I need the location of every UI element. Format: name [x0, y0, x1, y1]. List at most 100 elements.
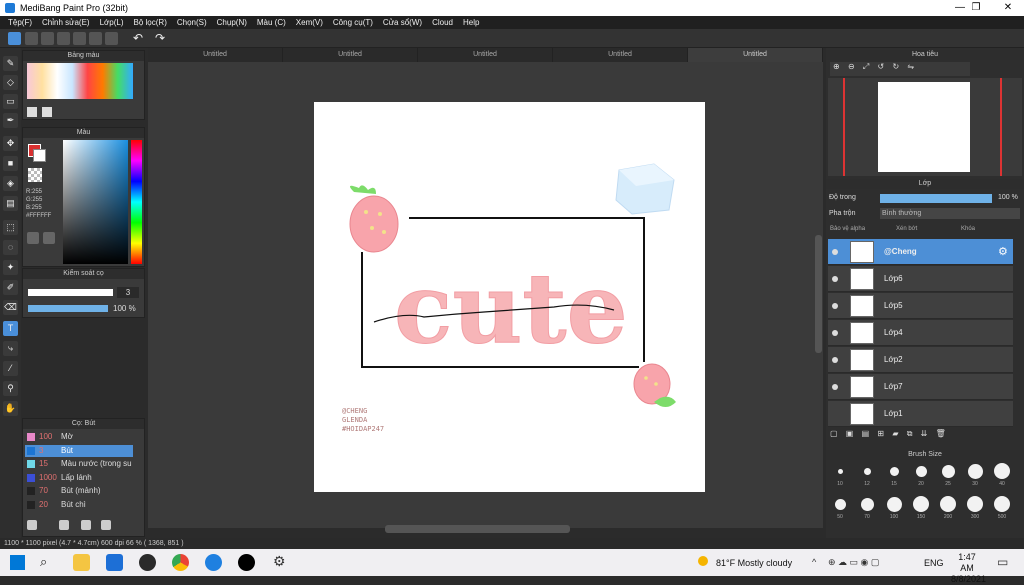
- menu-help[interactable]: Help: [458, 16, 484, 29]
- duplicate-layer-icon[interactable]: ⧉: [907, 429, 913, 438]
- protect-alpha-checkbox[interactable]: Bảo vệ alpha: [830, 226, 865, 232]
- settings-icon[interactable]: ⚙: [273, 553, 286, 570]
- tab-untitled-5[interactable]: Untitled: [688, 48, 823, 62]
- brush-list-item[interactable]: 3 Bút: [25, 444, 133, 457]
- comment-icon[interactable]: [41, 32, 54, 45]
- merge-layer-icon[interactable]: ⇊: [921, 429, 928, 438]
- gradient-tool-icon[interactable]: ▤: [3, 196, 18, 211]
- save-icon[interactable]: [57, 32, 70, 45]
- cloud-icon[interactable]: [8, 32, 21, 45]
- gear-icon[interactable]: ⚙: [998, 245, 1008, 258]
- flip-icon[interactable]: ⇋: [907, 62, 914, 71]
- notification-icon[interactable]: ▭: [997, 555, 1008, 569]
- store-icon[interactable]: [106, 554, 123, 571]
- delete-brush-icon[interactable]: [101, 520, 111, 530]
- blend-mode-select[interactable]: Bình thường: [880, 208, 1020, 219]
- brush-size-slider[interactable]: [28, 289, 113, 296]
- document-icon[interactable]: [73, 32, 86, 45]
- medibang-icon[interactable]: [205, 554, 222, 571]
- menu-filter[interactable]: Bộ lọc(R): [129, 16, 172, 29]
- color-wheel-icon[interactable]: [27, 232, 39, 244]
- layer-item-2[interactable]: Lớp2: [828, 347, 1013, 373]
- brush-size-preset[interactable]: 150: [909, 494, 933, 524]
- select-pen-tool-icon[interactable]: ✐: [3, 280, 18, 295]
- copy-brush-icon[interactable]: [81, 520, 91, 530]
- brush-tool-icon[interactable]: ✎: [3, 56, 18, 71]
- saturation-value-picker[interactable]: [63, 140, 128, 264]
- layer-item-4[interactable]: Lớp4: [828, 320, 1013, 346]
- weather-text[interactable]: 81°F Mostly cloudy: [716, 558, 792, 568]
- tab-untitled-4[interactable]: Untitled: [553, 48, 688, 62]
- vertical-scrollbar[interactable]: [815, 235, 822, 353]
- eraser-tool-icon[interactable]: ◇: [3, 75, 18, 90]
- visibility-icon[interactable]: [832, 249, 838, 255]
- brush-list-item[interactable]: 15 Màu nước (trong su: [25, 458, 133, 470]
- new-file-icon[interactable]: [25, 32, 38, 45]
- clock[interactable]: 1:47 AM 8/8/2021: [951, 552, 986, 585]
- new-halftone-layer-icon[interactable]: ▣: [846, 429, 854, 438]
- layer-item-cheng[interactable]: @Cheng ⚙: [828, 239, 1013, 265]
- add-layer-icon[interactable]: ⊞: [877, 429, 884, 438]
- brush-list-item[interactable]: 1000 Lấp lánh: [25, 472, 133, 484]
- lock-checkbox[interactable]: Khóa: [961, 226, 975, 232]
- clipping-checkbox[interactable]: Xén bớt: [896, 226, 917, 232]
- pen-tool-icon[interactable]: ✒: [3, 113, 18, 128]
- maximize-button[interactable]: ❐: [962, 0, 990, 16]
- brush-settings-icon[interactable]: [59, 520, 69, 530]
- brush-size-preset[interactable]: 300: [963, 494, 987, 524]
- lasso-tool-icon[interactable]: ◌: [3, 240, 18, 255]
- brush-list-item[interactable]: 20 Bút chì: [25, 499, 133, 511]
- menu-window[interactable]: Cửa sổ(W): [378, 16, 427, 29]
- rotate-left-icon[interactable]: ↺: [878, 62, 885, 71]
- magic-wand-tool-icon[interactable]: ✦: [3, 260, 18, 275]
- visibility-icon[interactable]: [832, 357, 838, 363]
- new-palette-icon[interactable]: [27, 107, 37, 117]
- undo-icon[interactable]: ↶: [133, 31, 143, 45]
- layer-item-6[interactable]: Lớp6: [828, 266, 1013, 292]
- menu-layer[interactable]: Lớp(L): [95, 16, 129, 29]
- brush-size-preset[interactable]: 10: [828, 461, 852, 491]
- tab-untitled-3[interactable]: Untitled: [418, 48, 553, 62]
- windows-start-icon[interactable]: [10, 555, 25, 570]
- select-eraser-tool-icon[interactable]: ⌫: [3, 300, 18, 315]
- redo-icon[interactable]: ↷: [155, 31, 165, 45]
- tray-chevron-icon[interactable]: ^: [812, 557, 816, 567]
- palette-swatches[interactable]: [27, 63, 133, 99]
- text-tool-icon[interactable]: T: [3, 321, 18, 336]
- menu-file[interactable]: Tệp(F): [3, 16, 37, 29]
- menu-select[interactable]: Chọn(S): [172, 16, 212, 29]
- file-explorer-icon[interactable]: [73, 554, 90, 571]
- menu-view[interactable]: Xem(V): [291, 16, 328, 29]
- folder-icon[interactable]: ▰: [892, 429, 898, 438]
- brush-size-preset[interactable]: 100: [882, 494, 906, 524]
- brush-size-preset[interactable]: 25: [936, 461, 960, 491]
- brush-size-preset[interactable]: 40: [990, 461, 1014, 491]
- fit-icon[interactable]: ⤢: [863, 62, 869, 71]
- chrome-icon[interactable]: [172, 554, 189, 571]
- brush-size-preset[interactable]: 500: [990, 494, 1014, 524]
- brush-size-preset[interactable]: 30: [963, 461, 987, 491]
- new-8bit-layer-icon[interactable]: ▤: [862, 429, 870, 438]
- brush-list-item[interactable]: 70 Bút (mảnh): [25, 485, 133, 497]
- brush-size-preset[interactable]: 50: [828, 494, 852, 524]
- opacity-slider[interactable]: [28, 305, 108, 312]
- visibility-icon[interactable]: [832, 303, 838, 309]
- bucket-tool-icon[interactable]: ◈: [3, 176, 18, 191]
- tiktok-icon[interactable]: [238, 554, 255, 571]
- menu-cloud[interactable]: Cloud: [427, 16, 458, 29]
- brush-size-preset[interactable]: 12: [855, 461, 879, 491]
- brush-list-item[interactable]: 100 Mờ: [25, 431, 133, 443]
- transparent-color-swatch[interactable]: [28, 168, 42, 182]
- color-picker-icon[interactable]: [43, 232, 55, 244]
- zoom-out-icon[interactable]: ⊖: [848, 62, 855, 71]
- brush-size-value[interactable]: 3: [117, 287, 139, 298]
- select-tool-icon[interactable]: ⬚: [3, 220, 18, 235]
- brush-size-preset[interactable]: 70: [855, 494, 879, 524]
- secondary-color-swatch[interactable]: [33, 149, 46, 162]
- menu-edit[interactable]: Chỉnh sửa(E): [37, 16, 95, 29]
- brush-size-preset[interactable]: 20: [909, 461, 933, 491]
- rotate-right-icon[interactable]: ↻: [892, 62, 899, 71]
- brush-size-preset[interactable]: 200: [936, 494, 960, 524]
- search-icon[interactable]: ⌕: [40, 554, 47, 570]
- layer-item-5[interactable]: Lớp5: [828, 293, 1013, 319]
